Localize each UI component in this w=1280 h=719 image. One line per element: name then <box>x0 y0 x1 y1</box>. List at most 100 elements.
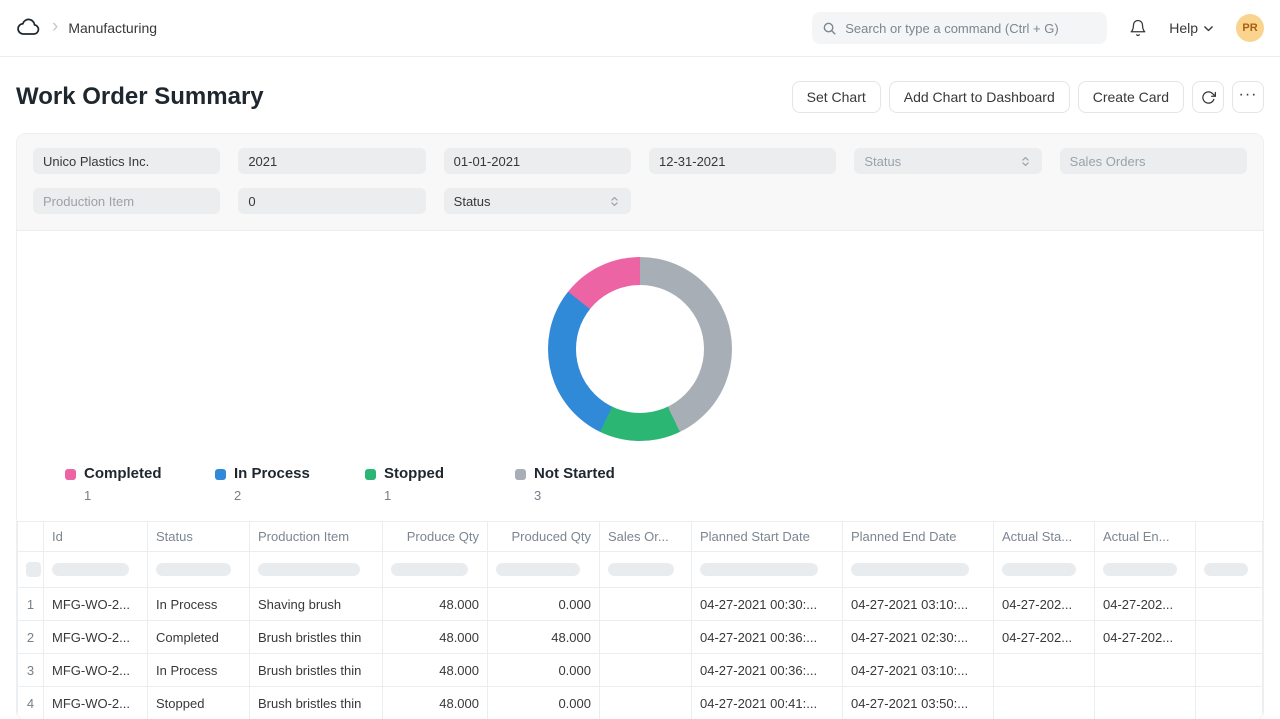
cell-production-item[interactable]: Shaving brush <box>250 588 383 621</box>
table-row[interactable]: 3MFG-WO-2...In ProcessBrush bristles thi… <box>18 654 1263 687</box>
menu-button[interactable]: ··· <box>1232 81 1264 113</box>
column-filter-status[interactable] <box>148 552 250 588</box>
cell-planned-end-date[interactable]: 04-27-2021 03:10:... <box>843 654 994 687</box>
cell-sales-or[interactable] <box>600 654 692 687</box>
column-header-produce-qty[interactable]: Produce Qty <box>383 522 488 552</box>
cell-production-item[interactable]: Brush bristles thin <box>250 687 383 719</box>
cell-actual-en[interactable] <box>1095 687 1196 719</box>
filter-from-date[interactable]: 01-01-2021 <box>444 148 631 174</box>
refresh-button[interactable] <box>1192 81 1224 113</box>
filter-age[interactable]: 0 <box>238 188 425 214</box>
cell-id[interactable]: MFG-WO-2... <box>44 687 148 719</box>
column-filter-produced-qty[interactable] <box>488 552 600 588</box>
cell-planned-start-date[interactable]: 04-27-2021 00:41:... <box>692 687 843 719</box>
column-filter-id[interactable] <box>44 552 148 588</box>
column-filter-actual-en[interactable] <box>1095 552 1196 588</box>
app-logo-icon[interactable] <box>16 15 42 41</box>
column-header-planned-end-date[interactable]: Planned End Date <box>843 522 994 552</box>
create-card-button[interactable]: Create Card <box>1078 81 1184 113</box>
add-chart-to-dashboard-button[interactable]: Add Chart to Dashboard <box>889 81 1070 113</box>
cell-blank[interactable] <box>1196 654 1263 687</box>
table-row[interactable]: 2MFG-WO-2...CompletedBrush bristles thin… <box>18 621 1263 654</box>
column-filter-production-item[interactable] <box>250 552 383 588</box>
filter-production-item[interactable]: Production Item <box>33 188 220 214</box>
avatar[interactable]: PR <box>1236 14 1264 42</box>
column-header-actual-sta[interactable]: Actual Sta... <box>994 522 1095 552</box>
cell-sales-or[interactable] <box>600 621 692 654</box>
cell-sales-or[interactable] <box>600 588 692 621</box>
notifications-bell-icon[interactable] <box>1129 19 1147 37</box>
column-header-production-item[interactable]: Production Item <box>250 522 383 552</box>
cell-status[interactable]: In Process <box>148 588 250 621</box>
column-header-actual-en[interactable]: Actual En... <box>1095 522 1196 552</box>
table-row[interactable]: 1MFG-WO-2...In ProcessShaving brush48.00… <box>18 588 1263 621</box>
cell-planned-start-date[interactable]: 04-27-2021 00:36:... <box>692 654 843 687</box>
column-filter-sales-or[interactable] <box>600 552 692 588</box>
cell-produced-qty[interactable]: 0.000 <box>488 654 600 687</box>
column-filter-actual-sta[interactable] <box>994 552 1095 588</box>
legend-color-dot <box>215 469 226 480</box>
cell-actual-sta[interactable] <box>994 687 1095 719</box>
cell-planned-end-date[interactable]: 04-27-2021 03:50:... <box>843 687 994 719</box>
row-number: 4 <box>18 687 44 719</box>
filter-fiscal-year[interactable]: 2021 <box>238 148 425 174</box>
donut-chart[interactable] <box>548 257 732 441</box>
legend-item-completed[interactable]: Completed1 <box>65 465 215 503</box>
cell-produced-qty[interactable]: 0.000 <box>488 687 600 719</box>
cell-actual-sta[interactable] <box>994 654 1095 687</box>
filter-input-skeleton <box>52 563 129 576</box>
cell-blank[interactable] <box>1196 621 1263 654</box>
cell-produced-qty[interactable]: 48.000 <box>488 621 600 654</box>
help-menu[interactable]: Help <box>1169 20 1214 36</box>
column-filter-planned-start-date[interactable] <box>692 552 843 588</box>
column-filter-blank[interactable] <box>1196 552 1263 588</box>
cell-status[interactable]: Stopped <box>148 687 250 719</box>
search-input[interactable]: Search or type a command (Ctrl + G) <box>812 12 1107 44</box>
column-header-sales-or[interactable]: Sales Or... <box>600 522 692 552</box>
cell-id[interactable]: MFG-WO-2... <box>44 588 148 621</box>
cell-blank[interactable] <box>1196 687 1263 719</box>
legend-item-not-started[interactable]: Not Started3 <box>515 465 665 503</box>
cell-produce-qty[interactable]: 48.000 <box>383 687 488 719</box>
cell-actual-en[interactable]: 04-27-202... <box>1095 621 1196 654</box>
cell-actual-sta[interactable]: 04-27-202... <box>994 588 1095 621</box>
cell-planned-end-date[interactable]: 04-27-2021 03:10:... <box>843 588 994 621</box>
column-header-id[interactable]: Id <box>44 522 148 552</box>
table-row[interactable]: 4MFG-WO-2...StoppedBrush bristles thin48… <box>18 687 1263 719</box>
cell-produced-qty[interactable]: 0.000 <box>488 588 600 621</box>
cell-planned-end-date[interactable]: 04-27-2021 02:30:... <box>843 621 994 654</box>
filter-sales-orders[interactable]: Sales Orders <box>1060 148 1247 174</box>
set-chart-button[interactable]: Set Chart <box>792 81 881 113</box>
column-filter-planned-end-date[interactable] <box>843 552 994 588</box>
cell-id[interactable]: MFG-WO-2... <box>44 621 148 654</box>
page: › Manufacturing Search or type a command… <box>0 0 1280 719</box>
legend-item-stopped[interactable]: Stopped1 <box>365 465 515 503</box>
column-header-produced-qty[interactable]: Produced Qty <box>488 522 600 552</box>
cell-id[interactable]: MFG-WO-2... <box>44 654 148 687</box>
cell-produce-qty[interactable]: 48.000 <box>383 588 488 621</box>
cell-produce-qty[interactable]: 48.000 <box>383 654 488 687</box>
column-filter-produce-qty[interactable] <box>383 552 488 588</box>
column-header-status[interactable]: Status <box>148 522 250 552</box>
refresh-icon <box>1201 90 1216 105</box>
cell-status[interactable]: In Process <box>148 654 250 687</box>
cell-production-item[interactable]: Brush bristles thin <box>250 621 383 654</box>
cell-production-item[interactable]: Brush bristles thin <box>250 654 383 687</box>
filter-status-2[interactable]: Status <box>444 188 631 214</box>
column-header-planned-start-date[interactable]: Planned Start Date <box>692 522 843 552</box>
cell-sales-or[interactable] <box>600 687 692 719</box>
cell-blank[interactable] <box>1196 588 1263 621</box>
filter-company[interactable]: Unico Plastics Inc. <box>33 148 220 174</box>
cell-planned-start-date[interactable]: 04-27-2021 00:30:... <box>692 588 843 621</box>
cell-produce-qty[interactable]: 48.000 <box>383 621 488 654</box>
cell-actual-en[interactable] <box>1095 654 1196 687</box>
filter-status[interactable]: Status <box>854 148 1041 174</box>
column-filter-blank[interactable] <box>18 552 44 588</box>
cell-planned-start-date[interactable]: 04-27-2021 00:36:... <box>692 621 843 654</box>
cell-actual-en[interactable]: 04-27-202... <box>1095 588 1196 621</box>
filter-to-date[interactable]: 12-31-2021 <box>649 148 836 174</box>
cell-status[interactable]: Completed <box>148 621 250 654</box>
breadcrumb[interactable]: Manufacturing <box>68 20 157 36</box>
legend-item-in-process[interactable]: In Process2 <box>215 465 365 503</box>
cell-actual-sta[interactable]: 04-27-202... <box>994 621 1095 654</box>
